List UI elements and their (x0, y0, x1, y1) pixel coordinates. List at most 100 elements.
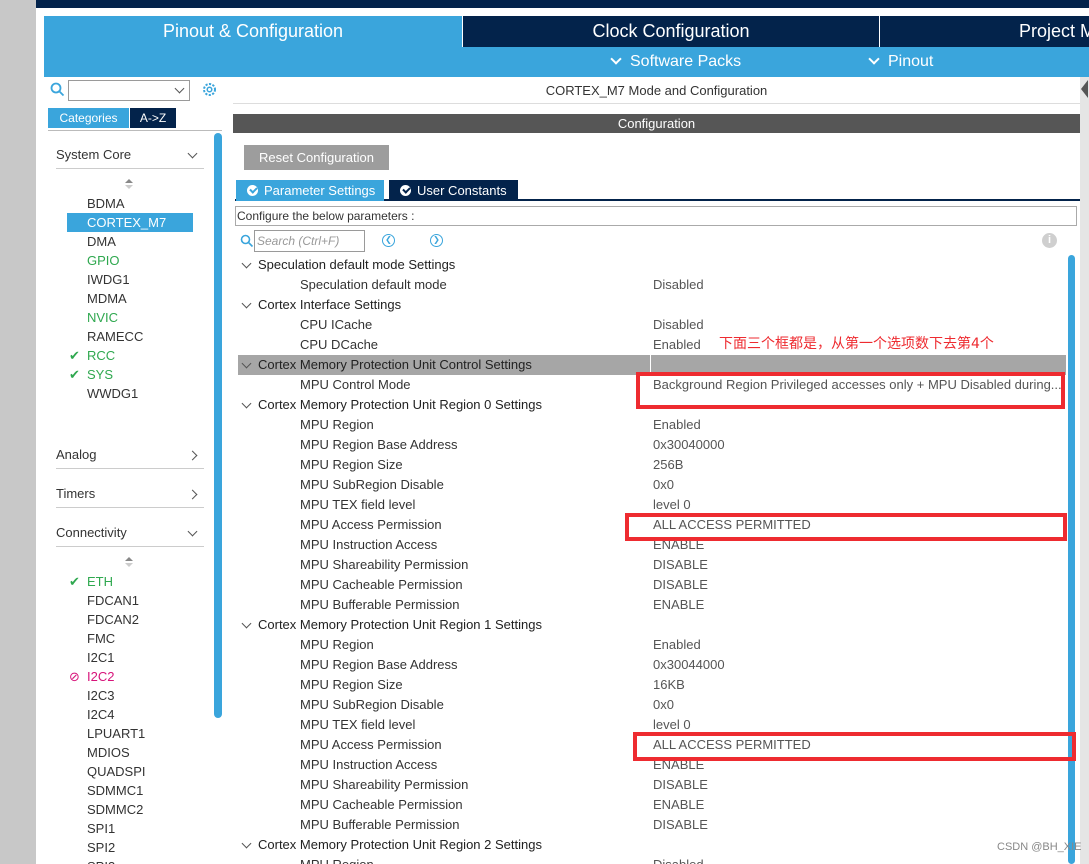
list-item-eth[interactable]: ✔ ETH (67, 572, 193, 591)
list-item-i2c1[interactable]: I2C1 (67, 648, 193, 667)
section-row[interactable]: Cortex Memory Protection Unit Region 1 S… (238, 615, 1066, 635)
parameter-row[interactable]: MPU Cacheable Permission ENABLE (238, 795, 1066, 815)
parameter-value[interactable]: Disabled (653, 855, 704, 864)
tab-parameter-settings[interactable]: Parameter Settings (236, 180, 384, 201)
list-item-mdma[interactable]: MDMA (67, 289, 193, 308)
category-search-input[interactable] (68, 80, 190, 101)
list-item-bdma[interactable]: BDMA (67, 194, 193, 213)
parameter-row[interactable]: MPU SubRegion Disable 0x0 (238, 695, 1066, 715)
parameter-value[interactable]: DISABLE (653, 815, 708, 835)
parameter-row[interactable]: MPU Region Enabled (238, 415, 1066, 435)
tab-project-manager[interactable]: Project M (880, 16, 1089, 47)
left-scrollbar[interactable] (214, 133, 222, 718)
parameter-row[interactable]: MPU Shareability Permission DISABLE (238, 775, 1066, 795)
parameter-row[interactable]: Speculation default mode Disabled (238, 275, 1066, 295)
sort-icon[interactable] (124, 179, 134, 189)
parameter-name: MPU Region Base Address (300, 657, 458, 672)
list-item-mdios[interactable]: MDIOS (67, 743, 193, 762)
list-item-dma[interactable]: DMA (67, 232, 193, 251)
parameter-value[interactable]: DISABLE (653, 775, 708, 795)
list-item-i2c4[interactable]: I2C4 (67, 705, 193, 724)
list-item-fdcan1[interactable]: FDCAN1 (67, 591, 193, 610)
parameter-row[interactable]: MPU Region Size 256B (238, 455, 1066, 475)
parameter-row[interactable]: CPU ICache Disabled (238, 315, 1066, 335)
list-item-quadspi[interactable]: QUADSPI (67, 762, 193, 781)
parameter-row[interactable]: MPU Region Base Address 0x30044000 (238, 655, 1066, 675)
parameter-row[interactable]: MPU SubRegion Disable 0x0 (238, 475, 1066, 495)
group-analog[interactable]: Analog (56, 443, 204, 469)
list-item-sdmmc1[interactable]: SDMMC1 (67, 781, 193, 800)
parameter-value[interactable]: 0x0 (653, 475, 674, 495)
gear-icon[interactable] (201, 81, 218, 98)
tab-user-constants[interactable]: User Constants (389, 180, 518, 201)
parameter-value[interactable]: 0x30040000 (653, 435, 725, 455)
parameter-scrollbar[interactable] (1068, 255, 1075, 864)
check-circle-icon (247, 185, 258, 196)
parameter-row[interactable]: MPU Cacheable Permission DISABLE (238, 575, 1066, 595)
list-item-rcc[interactable]: ✔ RCC (67, 346, 193, 365)
list-item-gpio[interactable]: GPIO (67, 251, 193, 270)
list-item-i2c2[interactable]: ⊘ I2C2 (67, 667, 193, 686)
parameter-value[interactable]: DISABLE (653, 555, 708, 575)
list-item-cortex_m7[interactable]: CORTEX_M7 (67, 213, 193, 232)
parameter-row[interactable]: MPU Bufferable Permission ENABLE (238, 595, 1066, 615)
reset-configuration-button[interactable]: Reset Configuration (244, 145, 389, 170)
list-item-wwdg1[interactable]: WWDG1 (67, 384, 193, 403)
previous-match-icon[interactable]: ❮ (382, 234, 395, 247)
parameter-value[interactable]: 0x0 (653, 695, 674, 715)
parameter-value[interactable]: ENABLE (653, 795, 704, 815)
parameter-value[interactable]: Enabled (653, 415, 701, 435)
list-item-iwdg1[interactable]: IWDG1 (67, 270, 193, 289)
parameter-row[interactable]: MPU Shareability Permission DISABLE (238, 555, 1066, 575)
group-timers[interactable]: Timers (56, 482, 204, 508)
parameter-value[interactable]: 0x30044000 (653, 655, 725, 675)
parameter-search-input[interactable]: Search (Ctrl+F) (254, 230, 365, 252)
next-match-icon[interactable]: ❯ (430, 234, 443, 247)
parameter-value[interactable]: ENABLE (653, 595, 704, 615)
list-item-spi1[interactable]: SPI1 (67, 819, 193, 838)
parameter-value[interactable]: DISABLE (653, 575, 708, 595)
list-item-sys[interactable]: ✔ SYS (67, 365, 193, 384)
group-system-core[interactable]: System Core (56, 143, 204, 169)
list-item-nvic[interactable]: NVIC (67, 308, 193, 327)
parameter-row[interactable]: MPU Region Base Address 0x30040000 (238, 435, 1066, 455)
list-item-fdcan2[interactable]: FDCAN2 (67, 610, 193, 629)
parameter-name: MPU Region Size (300, 677, 403, 692)
check-icon: ✔ (69, 574, 80, 589)
sort-icon[interactable] (124, 557, 134, 567)
group-connectivity[interactable]: Connectivity (56, 521, 204, 547)
list-item-label: FMC (87, 631, 116, 646)
parameter-row[interactable]: MPU Region Size 16KB (238, 675, 1066, 695)
parameter-row[interactable]: MPU Region Enabled (238, 635, 1066, 655)
a-z-button[interactable]: A->Z (130, 108, 176, 128)
parameter-value[interactable]: level 0 (653, 495, 691, 515)
parameter-value[interactable]: 256B (653, 455, 683, 475)
parameter-row[interactable]: MPU TEX field level level 0 (238, 495, 1066, 515)
parameter-value[interactable]: Enabled (653, 635, 701, 655)
parameter-value[interactable]: Disabled (653, 275, 704, 295)
tab-clock-configuration[interactable]: Clock Configuration (463, 16, 879, 47)
info-icon[interactable]: i (1042, 233, 1057, 248)
search-icon (240, 234, 254, 248)
parameter-value[interactable]: Enabled (653, 335, 701, 355)
parameter-value[interactable]: 16KB (653, 675, 685, 695)
list-item-spi3[interactable]: SPI3 (67, 857, 193, 864)
highlight-box (636, 372, 1065, 409)
parameter-row[interactable]: MPU Region Disabled (238, 855, 1066, 864)
list-item-ramecc[interactable]: RAMECC (67, 327, 193, 346)
list-item-spi2[interactable]: SPI2 (67, 838, 193, 857)
categories-button[interactable]: Categories (48, 108, 129, 128)
tab-pinout-configuration[interactable]: Pinout & Configuration (44, 16, 462, 47)
list-item-sdmmc2[interactable]: SDMMC2 (67, 800, 193, 819)
list-item-lpuart1[interactable]: LPUART1 (67, 724, 193, 743)
list-item-fmc[interactable]: FMC (67, 629, 193, 648)
section-row[interactable]: Cortex Memory Protection Unit Region 2 S… (238, 835, 1066, 855)
section-row[interactable]: Cortex Interface Settings (238, 295, 1066, 315)
pinout-menu[interactable]: Pinout (868, 47, 933, 77)
parameter-value[interactable]: Disabled (653, 315, 704, 335)
software-packs-menu[interactable]: Software Packs (610, 47, 741, 77)
parameter-row[interactable]: MPU Bufferable Permission DISABLE (238, 815, 1066, 835)
collapse-handle[interactable] (1080, 77, 1089, 864)
list-item-i2c3[interactable]: I2C3 (67, 686, 193, 705)
section-row[interactable]: Speculation default mode Settings (238, 255, 1066, 275)
